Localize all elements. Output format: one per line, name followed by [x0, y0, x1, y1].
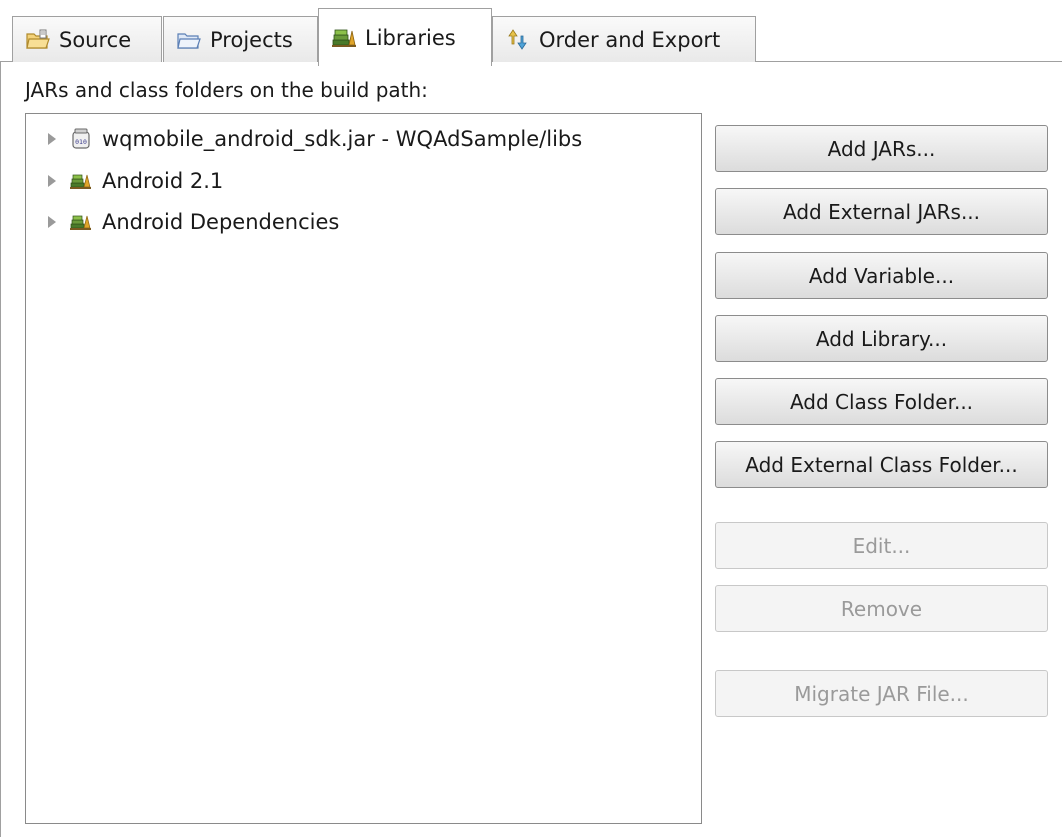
- tab-projects[interactable]: Projects: [163, 16, 318, 62]
- library-container-icon: [70, 211, 92, 233]
- build-path-tree[interactable]: 010 wqmobile_android_sdk.jar - WQAdSampl…: [25, 113, 702, 824]
- projects-folder-icon: [176, 27, 202, 53]
- add-jars-button[interactable]: Add JARs...: [715, 125, 1048, 172]
- tree-item-android-2-1[interactable]: Android 2.1: [26, 164, 223, 198]
- tree-item-label: Android Dependencies: [102, 210, 340, 234]
- remove-button[interactable]: Remove: [715, 585, 1048, 632]
- tree-item-label: wqmobile_android_sdk.jar - WQAdSample/li…: [102, 127, 583, 151]
- build-path-heading: JARs and class folders on the build path…: [25, 78, 428, 102]
- add-external-class-folder-button[interactable]: Add External Class Folder...: [715, 441, 1048, 488]
- source-folder-icon: [25, 27, 51, 53]
- add-library-button[interactable]: Add Library...: [715, 315, 1048, 362]
- tree-item-android-dependencies[interactable]: Android Dependencies: [26, 205, 339, 239]
- edit-button[interactable]: Edit...: [715, 522, 1048, 569]
- tab-libraries[interactable]: Libraries: [318, 8, 492, 66]
- order-export-icon: [505, 27, 531, 53]
- tab-source-label: Source: [59, 27, 132, 52]
- tab-source[interactable]: Source: [12, 16, 162, 62]
- tab-projects-label: Projects: [210, 27, 293, 52]
- tab-libraries-label: Libraries: [365, 25, 456, 50]
- libraries-icon: [331, 25, 357, 51]
- expand-arrow-icon[interactable]: [48, 175, 56, 187]
- tab-baseline: [0, 61, 12, 62]
- library-container-icon: [70, 170, 92, 192]
- tab-strip: Source Projects Libraries Order and Expo…: [0, 0, 1062, 66]
- expand-arrow-icon[interactable]: [48, 216, 56, 228]
- tab-baseline: [756, 61, 1062, 62]
- jar-file-icon: 010: [70, 128, 92, 150]
- add-variable-button[interactable]: Add Variable...: [715, 252, 1048, 299]
- tab-order-and-export[interactable]: Order and Export: [492, 16, 756, 62]
- panel-border: [0, 61, 1, 837]
- tab-order-and-export-label: Order and Export: [539, 27, 721, 52]
- migrate-jar-file-button[interactable]: Migrate JAR File...: [715, 670, 1048, 717]
- svg-text:010: 010: [75, 138, 87, 146]
- tree-item-jar[interactable]: 010 wqmobile_android_sdk.jar - WQAdSampl…: [26, 122, 582, 156]
- add-external-jars-button[interactable]: Add External JARs...: [715, 188, 1048, 235]
- expand-arrow-icon[interactable]: [48, 133, 56, 145]
- tree-item-label: Android 2.1: [102, 169, 224, 193]
- add-class-folder-button[interactable]: Add Class Folder...: [715, 378, 1048, 425]
- build-path-libraries-panel: Source Projects Libraries Order and Expo…: [0, 0, 1062, 837]
